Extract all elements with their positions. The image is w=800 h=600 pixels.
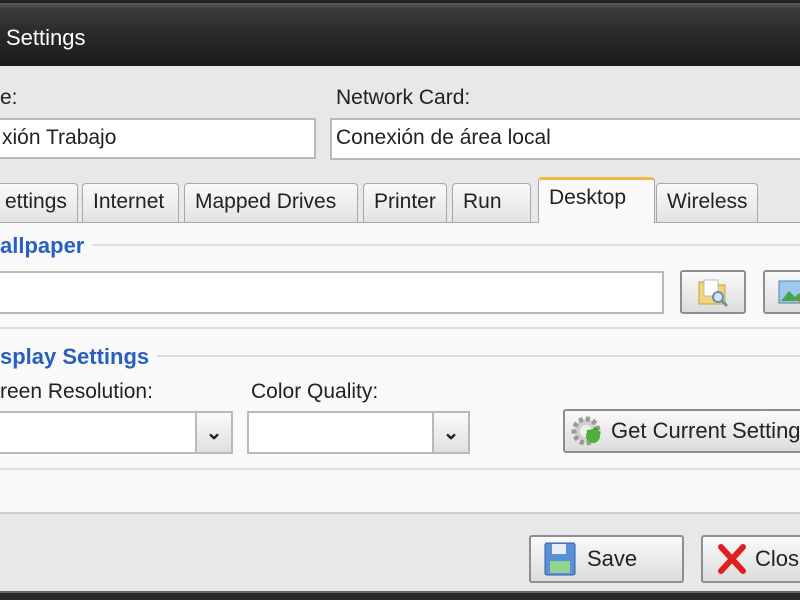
- chevron-down-icon[interactable]: ⌄: [195, 413, 231, 452]
- image-icon: [778, 280, 800, 304]
- bottom-divider: [0, 468, 800, 470]
- save-button[interactable]: Save: [529, 535, 684, 583]
- network-card-label: Network Card:: [336, 86, 471, 109]
- screen-resolution-label: reen Resolution:: [0, 380, 153, 403]
- get-current-settings-button[interactable]: Get Current Setting: [563, 409, 800, 453]
- close-button[interactable]: Clos: [701, 535, 800, 583]
- gear-refresh-icon: [571, 416, 601, 446]
- chevron-down-icon[interactable]: ⌄: [432, 413, 468, 452]
- color-quality-select[interactable]: ⌄: [247, 411, 470, 454]
- wallpaper-path-input[interactable]: [0, 271, 664, 314]
- floppy-disk-icon: [544, 542, 576, 576]
- browse-wallpaper-button[interactable]: [680, 270, 746, 314]
- preview-wallpaper-button[interactable]: [763, 270, 800, 314]
- connection-name-input[interactable]: xión Trabajo: [0, 118, 316, 159]
- wallpaper-heading: allpaper: [0, 233, 93, 259]
- desktop-tab-panel: allpaper splay Settings reen Resolution:…: [0, 222, 800, 514]
- close-label: Clos: [755, 546, 800, 571]
- screen-resolution-select[interactable]: ⌄: [0, 411, 233, 454]
- display-settings-heading: splay Settings: [0, 344, 158, 370]
- title-bar: Settings: [0, 0, 800, 66]
- network-card-input[interactable]: Conexión de área local: [330, 118, 800, 160]
- tab-settings[interactable]: ettings: [0, 183, 78, 223]
- folder-search-icon: [698, 279, 729, 308]
- tab-printer[interactable]: Printer: [363, 183, 447, 223]
- section-divider: [0, 327, 800, 329]
- window-bottom-border: [0, 591, 800, 600]
- color-quality-label: Color Quality:: [251, 380, 379, 403]
- tab-wireless[interactable]: Wireless: [656, 183, 758, 223]
- tab-mapped-drives[interactable]: Mapped Drives: [184, 183, 358, 223]
- close-icon: [718, 544, 746, 574]
- save-label: Save: [587, 546, 638, 571]
- wallpaper-divider: [0, 244, 800, 246]
- tab-internet[interactable]: Internet: [82, 183, 179, 223]
- get-current-settings-label: Get Current Setting: [611, 418, 800, 443]
- window-title: Settings: [6, 25, 86, 50]
- tab-run[interactable]: Run: [452, 183, 531, 223]
- tab-desktop[interactable]: Desktop: [538, 177, 655, 223]
- connection-name-label: e:: [0, 86, 18, 109]
